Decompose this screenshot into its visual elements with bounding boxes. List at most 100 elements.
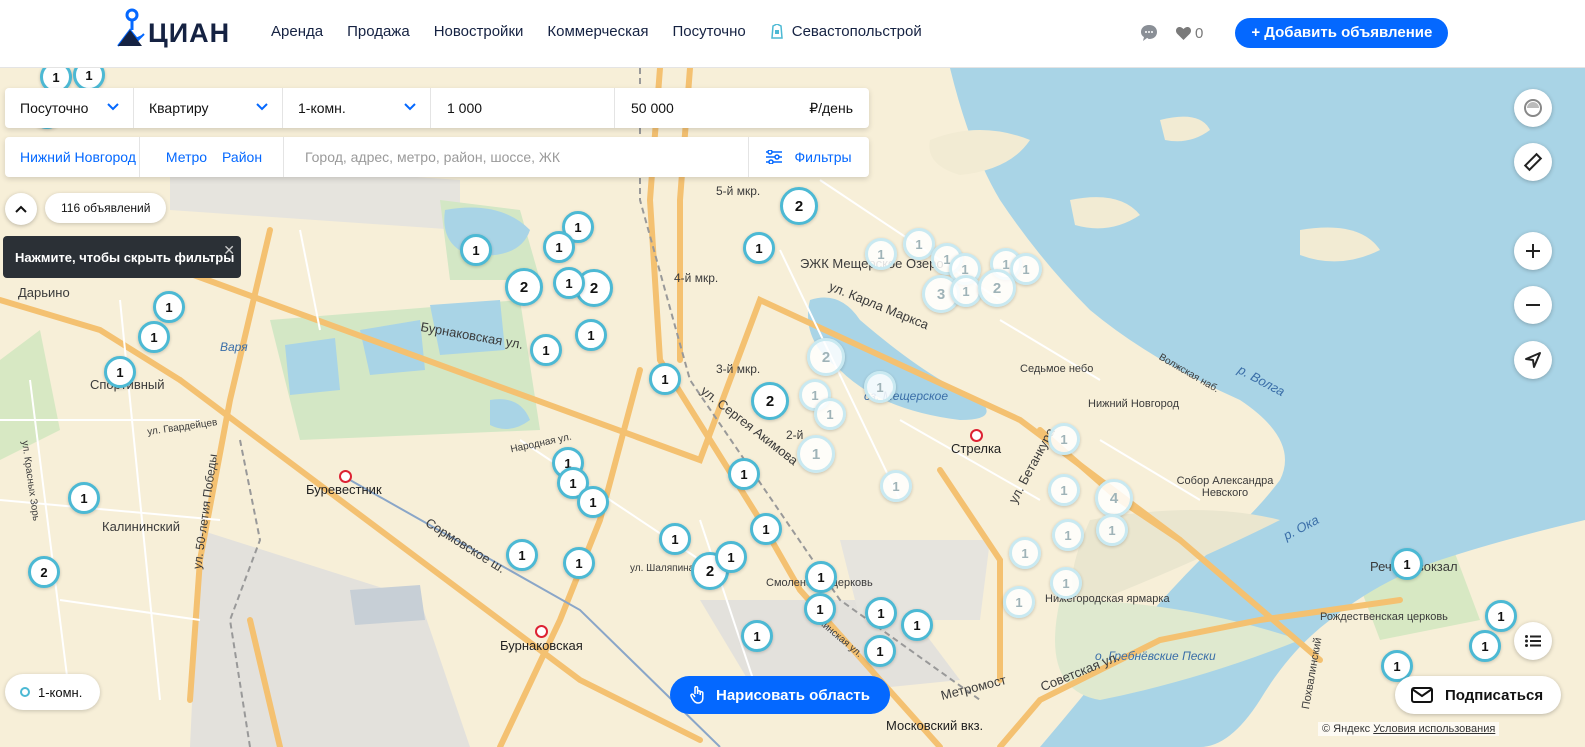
listing-pin[interactable]: 1 bbox=[659, 523, 691, 555]
zoom-out-button[interactable] bbox=[1514, 286, 1552, 324]
ruler-button[interactable] bbox=[1514, 143, 1552, 181]
nav-daily[interactable]: Посуточно bbox=[672, 23, 745, 40]
listing-pin[interactable]: 1 bbox=[728, 458, 760, 490]
subscribe-button[interactable]: Подписаться bbox=[1395, 676, 1562, 714]
listing-pin[interactable]: 1 bbox=[743, 232, 775, 264]
draw-area-button[interactable]: Нарисовать область bbox=[670, 676, 890, 714]
nav-sale[interactable]: Продажа bbox=[347, 23, 410, 40]
listing-pin[interactable]: 1 bbox=[903, 228, 935, 260]
listing-pin[interactable]: 1 bbox=[715, 541, 747, 573]
rooms-select[interactable]: 1-комн. bbox=[283, 88, 431, 128]
location-row: Нижний Новгород Метро Район Город, адрес… bbox=[5, 137, 869, 177]
listing-pin[interactable]: 1 bbox=[814, 398, 846, 430]
zoom-in-button[interactable] bbox=[1514, 232, 1552, 270]
nav-developer[interactable]: Севастопольстрой bbox=[770, 23, 922, 40]
nav-newbuildings[interactable]: Новостройки bbox=[434, 23, 524, 40]
object-type-select[interactable]: Квартиру bbox=[134, 88, 283, 128]
label-shalyapina: ул. Шаляпина bbox=[630, 563, 695, 574]
listing-pin[interactable]: 2 bbox=[505, 268, 543, 306]
listing-pin[interactable]: 1 bbox=[153, 291, 185, 323]
label-sobor: Собор Александра Невского bbox=[1176, 475, 1274, 499]
listing-pin[interactable]: 1 bbox=[804, 593, 836, 625]
listing-pin[interactable]: 1 bbox=[104, 356, 136, 388]
list-view-button[interactable] bbox=[1514, 622, 1552, 660]
listing-pin[interactable]: 1 bbox=[1391, 548, 1423, 580]
nav-developer-label: Севастопольстрой bbox=[791, 23, 922, 40]
listing-pin[interactable]: 1 bbox=[553, 267, 585, 299]
label-mkr4: 4-й мкр. bbox=[674, 271, 719, 285]
listing-pin[interactable]: 1 bbox=[864, 371, 896, 403]
listing-pin[interactable]: 1 bbox=[1469, 630, 1501, 662]
listing-pin[interactable]: 1 bbox=[577, 486, 609, 518]
listing-pin[interactable]: 2 bbox=[751, 382, 789, 420]
listing-pin[interactable]: 4 bbox=[1095, 479, 1133, 517]
layers-button[interactable] bbox=[1514, 89, 1552, 127]
listing-pin[interactable]: 1 bbox=[649, 363, 681, 395]
listing-pin[interactable]: 1 bbox=[865, 597, 897, 629]
listing-pin[interactable]: 1 bbox=[1009, 537, 1041, 569]
listing-pin[interactable]: 1 bbox=[741, 620, 773, 652]
listing-pin[interactable]: 1 bbox=[880, 470, 912, 502]
listing-pin[interactable]: 2 bbox=[28, 556, 60, 588]
listing-pin[interactable]: 2 bbox=[978, 269, 1016, 307]
price-from-input[interactable]: 1 000 bbox=[431, 88, 615, 128]
deal-type-select[interactable]: Посуточно bbox=[5, 88, 134, 128]
chevron-up-icon bbox=[15, 205, 27, 213]
listing-pin[interactable]: 1 bbox=[1485, 600, 1517, 632]
listing-pin[interactable]: 1 bbox=[1052, 519, 1084, 551]
room-filter-chip[interactable]: 1-комн. bbox=[5, 674, 101, 710]
listing-pin[interactable]: 1 bbox=[1096, 514, 1128, 546]
listing-pin[interactable]: 1 bbox=[543, 231, 575, 263]
collapse-filters-button[interactable] bbox=[5, 193, 37, 225]
close-icon[interactable]: ✕ bbox=[223, 242, 235, 259]
chevron-down-icon bbox=[107, 103, 119, 111]
label-sedmoe-nebo: Седьмое небо bbox=[1020, 363, 1094, 375]
listing-pin[interactable]: 1 bbox=[950, 275, 982, 307]
minus-icon bbox=[1526, 304, 1540, 306]
listing-pin[interactable]: 1 bbox=[530, 334, 562, 366]
logo-text: ЦИАН bbox=[148, 17, 231, 48]
chat-icon[interactable] bbox=[1140, 24, 1158, 42]
listing-pin[interactable]: 1 bbox=[68, 482, 100, 514]
label-burevestnik: Буревестник bbox=[306, 482, 382, 497]
district-link[interactable]: Район bbox=[222, 149, 262, 165]
listing-pin[interactable]: 1 bbox=[563, 547, 595, 579]
listing-pin[interactable]: 1 bbox=[460, 234, 492, 266]
nav-rent[interactable]: Аренда bbox=[271, 23, 323, 40]
filters-button[interactable]: Фильтры bbox=[749, 137, 869, 177]
listing-pin[interactable]: 1 bbox=[1048, 423, 1080, 455]
nav-commercial[interactable]: Коммерческая bbox=[547, 23, 648, 40]
filters-row: Посуточно Квартиру 1-комн. 1 000 50 000 … bbox=[5, 88, 869, 128]
listing-pin[interactable]: 1 bbox=[1048, 474, 1080, 506]
chevron-down-icon bbox=[256, 103, 268, 111]
listing-pin[interactable]: 1 bbox=[575, 319, 607, 351]
listing-pin[interactable]: 1 bbox=[865, 238, 897, 270]
label-nizhny: Нижний Новгород bbox=[1088, 398, 1180, 410]
favorites[interactable]: 0 bbox=[1176, 25, 1203, 42]
listing-pin[interactable]: 1 bbox=[138, 321, 170, 353]
listing-pin[interactable]: 1 bbox=[750, 513, 782, 545]
city-link[interactable]: Нижний Новгород bbox=[20, 149, 136, 165]
listing-pin[interactable]: 1 bbox=[864, 635, 896, 667]
metro-burnakovskaya-icon bbox=[535, 625, 548, 638]
listing-pin[interactable]: 1 bbox=[1010, 253, 1042, 285]
hide-filters-tooltip: Нажмите, чтобы скрыть фильтры ✕ bbox=[3, 236, 241, 278]
ruler-icon bbox=[1523, 152, 1543, 172]
listing-pin[interactable]: 1 bbox=[1050, 567, 1082, 599]
listing-pin[interactable]: 1 bbox=[797, 435, 835, 473]
listing-pin[interactable]: 2 bbox=[807, 338, 845, 376]
add-listing-button[interactable]: + Добавить объявление bbox=[1235, 18, 1449, 48]
metro-burevestnik-icon bbox=[339, 470, 352, 483]
search-input[interactable]: Город, адрес, метро, район, шоссе, ЖК bbox=[283, 137, 749, 177]
price-to-input[interactable]: 50 000 ₽/день bbox=[615, 88, 869, 128]
listing-pin[interactable]: 1 bbox=[805, 561, 837, 593]
listing-pin[interactable]: 1 bbox=[1003, 586, 1035, 618]
listing-pin[interactable]: 1 bbox=[506, 539, 538, 571]
listing-pin[interactable]: 1 bbox=[901, 609, 933, 641]
listing-pin[interactable]: 2 bbox=[780, 187, 818, 225]
cian-logo[interactable]: ЦИАН bbox=[116, 8, 230, 48]
terms-link[interactable]: Условия использования bbox=[1373, 723, 1495, 735]
geolocation-button[interactable] bbox=[1514, 341, 1552, 379]
metro-link[interactable]: Метро bbox=[166, 149, 207, 165]
developer-icon bbox=[770, 23, 783, 39]
